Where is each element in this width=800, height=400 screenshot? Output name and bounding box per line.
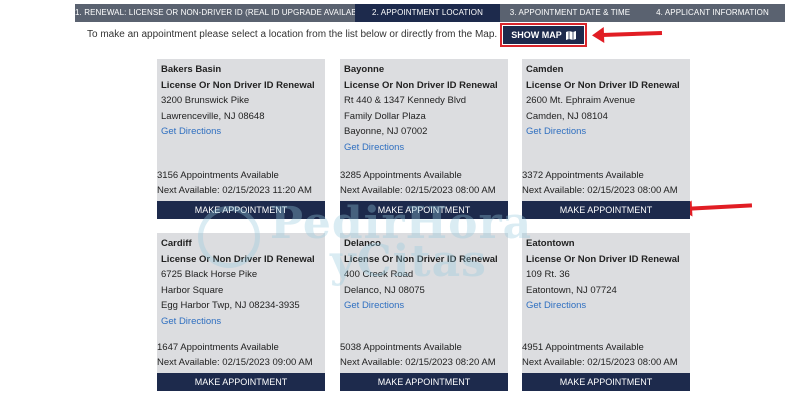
step-applicant-information[interactable]: 4. APPLICANT INFORMATION: [640, 4, 785, 22]
location-address-line: Camden, NJ 08104: [526, 110, 608, 122]
step-progress-bar: 1. RENEWAL: LICENSE OR NON-DRIVER ID (RE…: [75, 4, 785, 22]
show-map-label: SHOW MAP: [511, 30, 562, 40]
intro-text: To make an appointment please select a l…: [87, 29, 498, 40]
appointments-available: 3156 Appointments Available: [157, 170, 279, 181]
location-service: License Or Non Driver ID Renewal: [526, 79, 680, 91]
show-map-highlight: SHOW MAP: [500, 23, 587, 47]
location-address-line: 3200 Brunswick Pike: [161, 95, 250, 106]
location-name: Eatontown: [526, 238, 575, 249]
location-address-line: Egg Harbor Twp, NJ 08234-3935: [161, 300, 300, 311]
appointments-available: 5038 Appointments Available: [340, 342, 462, 353]
red-arrow-annotation: [689, 203, 753, 211]
get-directions-link[interactable]: Get Directions: [526, 124, 686, 140]
location-service: License Or Non Driver ID Renewal: [161, 79, 315, 91]
get-directions-link[interactable]: Get Directions: [161, 314, 321, 330]
next-available: Next Available: 02/15/2023 08:00 AM: [522, 185, 678, 196]
make-appointment-button[interactable]: MAKE APPOINTMENT: [157, 201, 325, 219]
make-appointment-button[interactable]: MAKE APPOINTMENT: [340, 373, 508, 391]
location-address-line: Delanco, NJ 08075: [344, 284, 425, 296]
next-available: Next Available: 02/15/2023 08:00 AM: [522, 357, 678, 368]
location-address-line: Rt 440 & 1347 Kennedy Blvd: [344, 95, 467, 106]
location-name: Delanco: [344, 238, 381, 249]
location-service: License Or Non Driver ID Renewal: [344, 253, 498, 265]
next-available: Next Available: 02/15/2023 08:20 AM: [340, 357, 496, 368]
make-appointment-button[interactable]: MAKE APPOINTMENT: [157, 373, 325, 391]
location-card-eatontown: Eatontown License Or Non Driver ID Renew…: [522, 233, 690, 391]
next-available: Next Available: 02/15/2023 09:00 AM: [157, 357, 313, 368]
appointments-available: 1647 Appointments Available: [157, 342, 279, 353]
appointments-available: 4951 Appointments Available: [522, 342, 644, 353]
location-address-line: 109 Rt. 36: [526, 269, 570, 280]
next-available: Next Available: 02/15/2023 08:00 AM: [340, 185, 496, 196]
location-address-line: 2600 Mt. Ephraim Avenue: [526, 95, 636, 106]
appointments-available: 3372 Appointments Available: [522, 170, 644, 181]
next-available: Next Available: 02/15/2023 11:20 AM: [157, 185, 312, 196]
location-card-cardiff: Cardiff License Or Non Driver ID Renewal…: [157, 233, 325, 391]
make-appointment-button[interactable]: MAKE APPOINTMENT: [522, 373, 690, 391]
location-card-delanco: Delanco License Or Non Driver ID Renewal…: [340, 233, 508, 391]
step-appointment-date-time[interactable]: 3. APPOINTMENT DATE & TIME: [500, 4, 640, 22]
step-appointment-location[interactable]: 2. APPOINTMENT LOCATION: [355, 4, 500, 22]
location-address-line: Eatontown, NJ 07724: [526, 284, 617, 296]
appointments-available: 3285 Appointments Available: [340, 170, 462, 181]
location-address-line: Harbor Square: [161, 284, 224, 296]
get-directions-link[interactable]: Get Directions: [344, 140, 504, 156]
show-map-button[interactable]: SHOW MAP: [503, 26, 584, 44]
location-card-bayonne: Bayonne License Or Non Driver ID Renewal…: [340, 59, 508, 219]
location-address-line: Lawrenceville, NJ 08648: [161, 110, 265, 122]
location-name: Bakers Basin: [161, 64, 222, 75]
step-renewal[interactable]: 1. RENEWAL: LICENSE OR NON-DRIVER ID (RE…: [75, 4, 355, 22]
location-service: License Or Non Driver ID Renewal: [526, 253, 680, 265]
make-appointment-button[interactable]: MAKE APPOINTMENT: [522, 201, 690, 219]
location-service: License Or Non Driver ID Renewal: [161, 253, 315, 265]
location-address-line: Family Dollar Plaza: [344, 110, 426, 122]
make-appointment-button[interactable]: MAKE APPOINTMENT: [340, 201, 508, 219]
location-address-line: 6725 Black Horse Pike: [161, 269, 258, 280]
get-directions-link[interactable]: Get Directions: [526, 298, 686, 314]
map-icon: [565, 30, 576, 40]
location-service: License Or Non Driver ID Renewal: [344, 79, 498, 91]
location-name: Cardiff: [161, 238, 192, 249]
red-arrow-annotation: [601, 30, 663, 38]
location-card-bakers-basin: Bakers Basin License Or Non Driver ID Re…: [157, 59, 325, 219]
get-directions-link[interactable]: Get Directions: [344, 298, 504, 314]
get-directions-link[interactable]: Get Directions: [161, 124, 321, 140]
location-card-camden: Camden License Or Non Driver ID Renewal …: [522, 59, 690, 219]
location-name: Bayonne: [344, 64, 385, 75]
location-address-line: Bayonne, NJ 07002: [344, 126, 428, 137]
location-address-line: 400 Creek Road: [344, 269, 414, 280]
location-name: Camden: [526, 64, 564, 75]
